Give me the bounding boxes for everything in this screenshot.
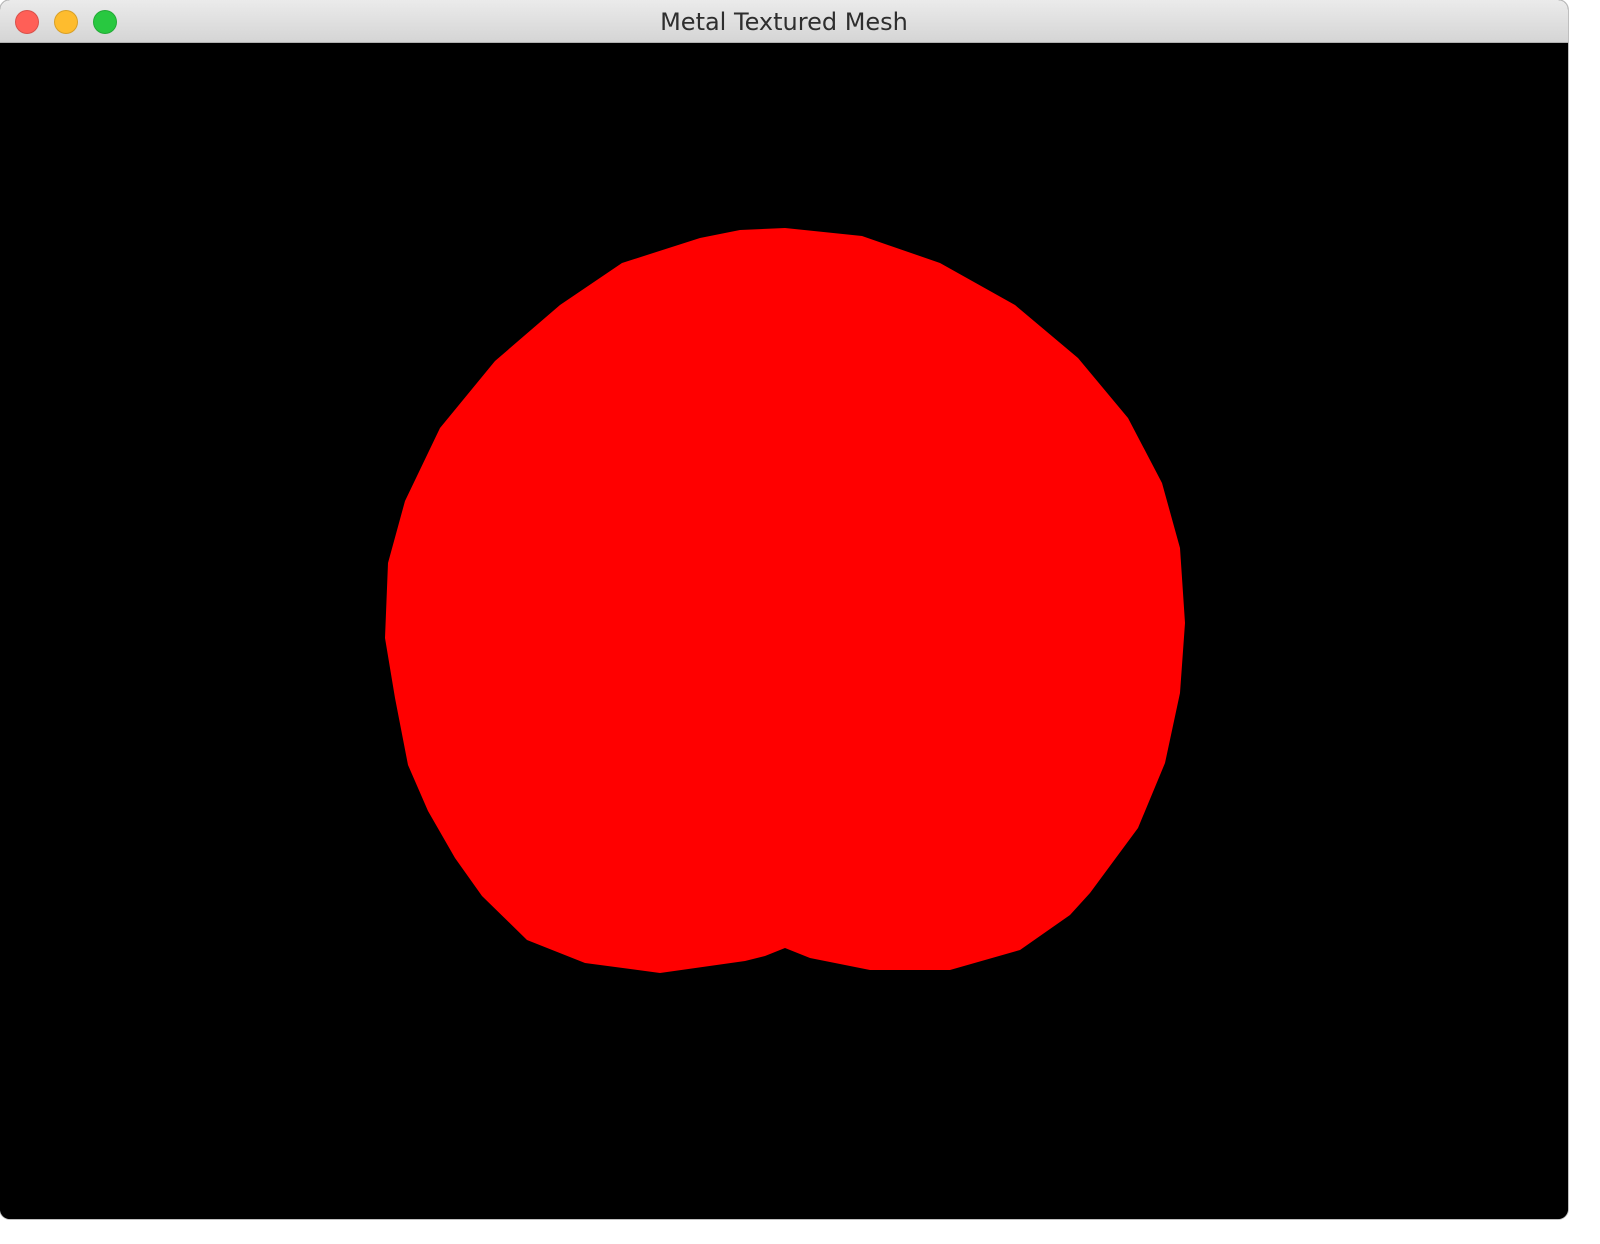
metal-render-viewport[interactable] [0, 43, 1568, 1219]
textured-mesh [385, 228, 1185, 973]
window-title: Metal Textured Mesh [660, 8, 908, 36]
render-canvas [385, 228, 1185, 973]
app-window: Metal Textured Mesh [0, 0, 1568, 1219]
title-bar[interactable]: Metal Textured Mesh [0, 0, 1568, 43]
